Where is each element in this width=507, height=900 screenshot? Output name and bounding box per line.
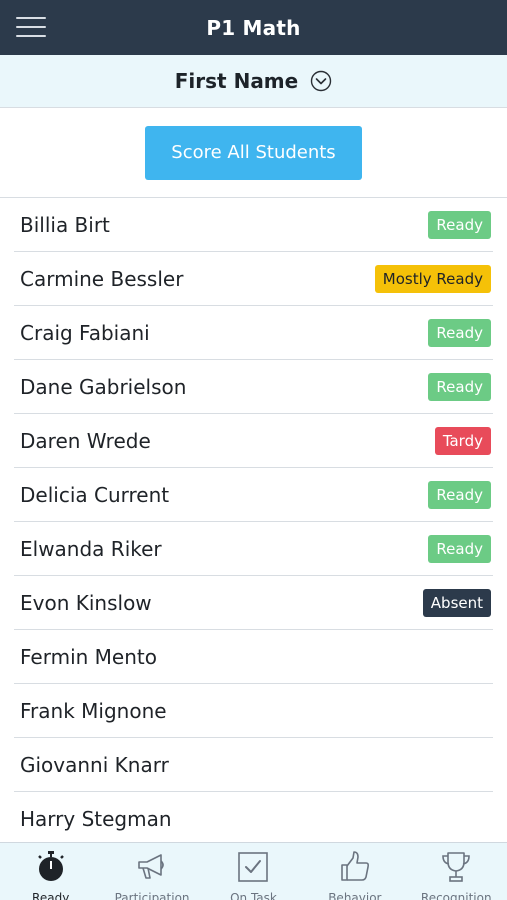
student-list: Billia Birt Ready Carmine Bessler Mostly Re…	[0, 198, 507, 846]
student-row[interactable]: Daren Wrede Tardy	[14, 414, 493, 468]
student-row[interactable]: Harry Stegman	[14, 792, 493, 846]
status-badge[interactable]: Ready	[428, 318, 491, 347]
checkbox-icon	[236, 850, 270, 888]
student-row[interactable]: Craig Fabiani Ready	[14, 306, 493, 360]
sort-selector[interactable]: First Name	[0, 55, 507, 108]
tab-ready[interactable]: Ready	[0, 843, 101, 900]
tab-label: Behavior	[328, 891, 382, 900]
status-badge[interactable]: Ready	[428, 210, 491, 239]
student-row[interactable]: Evon Kinslow Absent	[14, 576, 493, 630]
chevron-down-circle-icon	[311, 70, 332, 92]
tab-label: Participation	[114, 891, 190, 900]
student-row[interactable]: Giovanni Knarr	[14, 738, 493, 792]
tab-participation[interactable]: Participation	[102, 843, 203, 900]
status-badge[interactable]: Absent	[422, 588, 491, 617]
student-row[interactable]: Carmine Bessler Mostly Ready	[14, 252, 493, 306]
student-name: Billia Birt	[20, 212, 110, 237]
student-name: Elwanda Riker	[20, 536, 162, 561]
student-name: Dane Gabrielson	[20, 374, 187, 399]
student-name: Daren Wrede	[20, 428, 151, 453]
status-badge[interactable]: Ready	[428, 534, 491, 563]
tab-recognition[interactable]: Recognition	[406, 843, 507, 900]
student-name: Craig Fabiani	[20, 320, 150, 345]
score-all-students-button[interactable]: Score All Students	[145, 125, 362, 180]
page-title: P1 Math	[206, 15, 301, 40]
student-row[interactable]: Billia Birt Ready	[14, 198, 493, 252]
student-name: Frank Mignone	[20, 698, 167, 723]
sort-label: First Name	[174, 69, 299, 93]
student-name: Carmine Bessler	[20, 266, 184, 291]
student-name: Harry Stegman	[20, 807, 172, 831]
trophy-icon	[439, 850, 473, 888]
student-row[interactable]: Fermin Mento	[14, 630, 493, 684]
student-name: Delicia Current	[20, 482, 170, 507]
top-app-bar: P1 Math	[0, 0, 507, 55]
tab-label: On Task	[230, 891, 277, 900]
tab-on-task[interactable]: On Task	[203, 843, 304, 900]
bottom-tab-bar: Ready Participation On Task Behavior Recogni…	[0, 842, 507, 900]
tab-behavior[interactable]: Behavior	[304, 843, 405, 900]
status-badge[interactable]: Tardy	[434, 426, 491, 455]
status-badge[interactable]: Ready	[428, 480, 491, 509]
student-row[interactable]: Dane Gabrielson Ready	[14, 360, 493, 414]
status-badge[interactable]: Ready	[428, 372, 491, 401]
student-name: Evon Kinslow	[20, 590, 152, 615]
thumbs-up-icon	[338, 850, 372, 888]
student-row[interactable]: Frank Mignone	[14, 684, 493, 738]
student-row[interactable]: Elwanda Riker Ready	[14, 522, 493, 576]
action-area: Score All Students	[0, 108, 507, 198]
student-name: Fermin Mento	[20, 644, 157, 669]
student-name: Giovanni Knarr	[20, 752, 169, 777]
hamburger-menu-icon[interactable]	[16, 17, 46, 37]
tab-label: Recognition	[420, 891, 492, 900]
status-badge[interactable]: Mostly Ready	[374, 264, 491, 293]
student-row[interactable]: Delicia Current Ready	[14, 468, 493, 522]
tab-label: Ready	[32, 891, 70, 900]
stopwatch-icon	[34, 850, 68, 888]
megaphone-icon	[135, 850, 169, 888]
